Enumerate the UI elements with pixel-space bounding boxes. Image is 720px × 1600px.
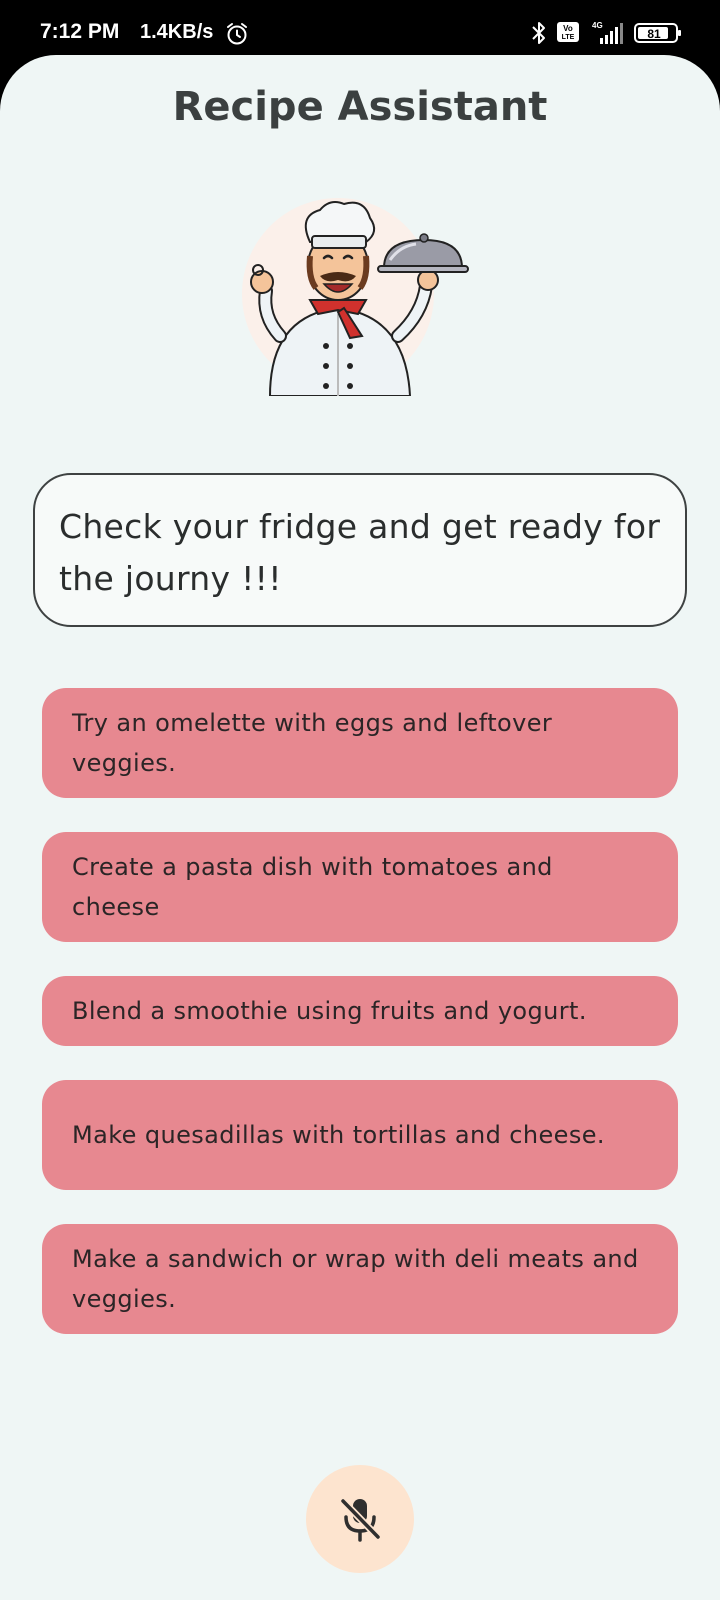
alarm-icon <box>227 23 247 45</box>
svg-text:Vo: Vo <box>563 24 573 33</box>
suggestion-text: Try an omelette with eggs and leftover v… <box>72 709 553 777</box>
suggestion-card[interactable]: Make quesadillas with tortillas and chee… <box>42 1080 678 1190</box>
volte-icon: Vo LTE <box>557 22 579 42</box>
mic-button[interactable] <box>306 1465 414 1573</box>
suggestion-text: Make a sandwich or wrap with deli meats … <box>72 1245 639 1313</box>
suggestion-card[interactable]: Try an omelette with eggs and leftover v… <box>42 688 678 798</box>
suggestion-text: Make quesadillas with tortillas and chee… <box>72 1121 605 1149</box>
suggestion-text: Create a pasta dish with tomatoes and ch… <box>72 853 553 921</box>
signal-icon: 4G <box>592 21 623 44</box>
page-title: Recipe Assistant <box>172 84 548 130</box>
suggestion-card[interactable]: Make a sandwich or wrap with deli meats … <box>42 1224 678 1334</box>
battery-icon: 81 <box>634 23 681 43</box>
intro-card: Check your fridge and get ready for the … <box>33 473 687 627</box>
chef-image <box>242 198 469 397</box>
network-speed: 1.4KB/s <box>140 21 214 43</box>
chef-illustration <box>240 196 470 397</box>
status-time: 7:12 PM <box>40 20 120 43</box>
mic-off-icon <box>339 1497 382 1542</box>
battery-level: 81 <box>647 27 661 41</box>
suggestion-card[interactable]: Blend a smoothie using fruits and yogurt… <box>42 976 678 1046</box>
suggestion-card[interactable]: Create a pasta dish with tomatoes and ch… <box>42 832 678 942</box>
svg-text:4G: 4G <box>592 21 603 30</box>
suggestion-text: Blend a smoothie using fruits and yogurt… <box>72 997 587 1025</box>
intro-text: Check your fridge and get ready for the … <box>59 507 661 598</box>
status-bar: 7:12 PM 1.4KB/s Vo LTE 4G 81 <box>0 0 720 62</box>
status-icons: Vo LTE 4G 81 <box>530 20 690 48</box>
svg-text:LTE: LTE <box>562 34 575 41</box>
bluetooth-icon <box>532 22 545 44</box>
